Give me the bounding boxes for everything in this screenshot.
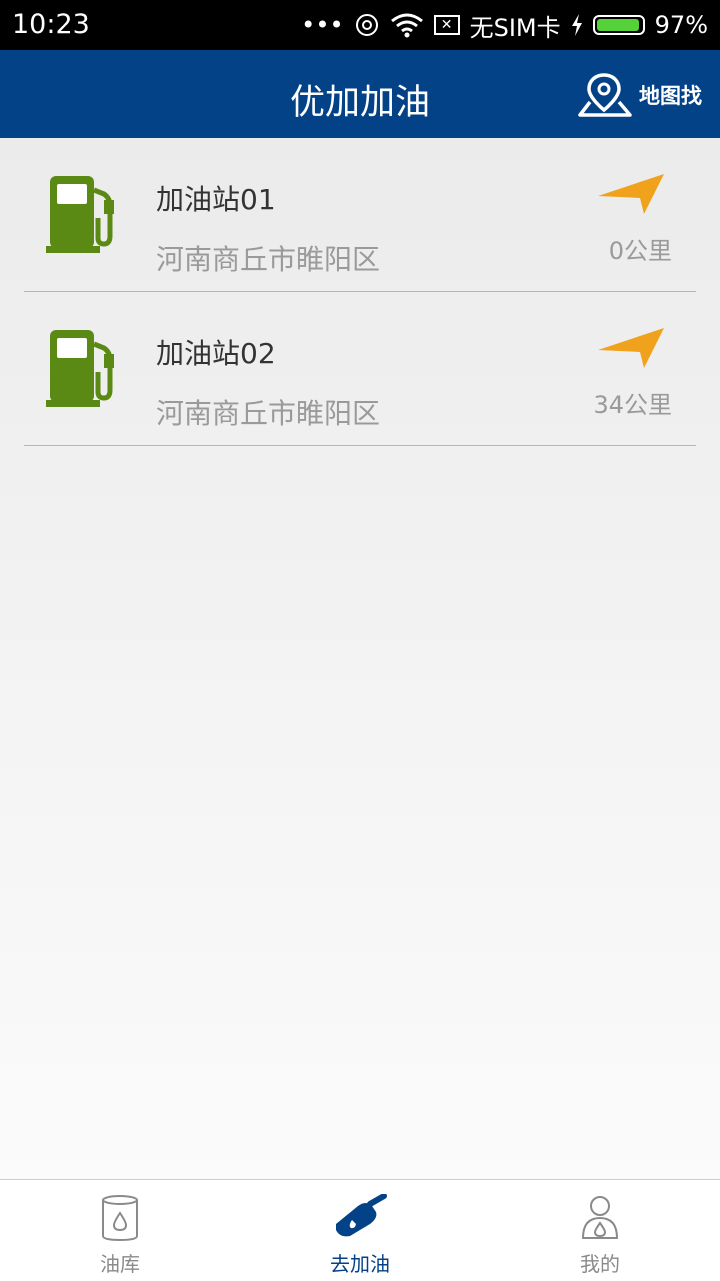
station-list: 加油站01 河南商丘市睢阳区 0公里 加油站02 河南商丘市睢阳区 34公里 xyxy=(24,138,696,446)
app-header: 优加加油 地图找 xyxy=(0,50,720,138)
sync-icon xyxy=(355,14,378,36)
no-sim-icon: ✕ xyxy=(433,15,460,35)
sim-status: 无SIM卡 xyxy=(469,13,561,42)
station-name: 加油站01 xyxy=(156,183,276,216)
station-address: 河南商丘市睢阳区 xyxy=(156,397,381,430)
fuel-pump-icon xyxy=(46,330,114,407)
station-name: 加油站02 xyxy=(156,337,276,370)
charging-icon xyxy=(571,14,582,36)
tab-label: 去加油 xyxy=(330,1252,390,1276)
tab-oil-depot[interactable]: 油库 xyxy=(0,1180,240,1281)
status-bar: 10:23 ••• ✕ 无SIM卡 97% xyxy=(0,0,720,50)
fuel-pump-icon xyxy=(46,176,114,253)
navigation-arrow-icon[interactable] xyxy=(596,326,666,370)
more-dots-icon: ••• xyxy=(301,11,344,39)
map-search-button[interactable]: 地图找 xyxy=(577,72,702,118)
station-address: 河南商丘市睢阳区 xyxy=(156,243,381,276)
map-search-label: 地图找 xyxy=(639,84,702,108)
status-icons: ••• ✕ 无SIM卡 97% xyxy=(301,8,708,42)
station-distance: 34公里 xyxy=(593,391,672,419)
tab-label: 我的 xyxy=(580,1252,620,1276)
station-list-item[interactable]: 加油站02 河南商丘市睢阳区 34公里 xyxy=(24,292,696,446)
oil-tank-icon xyxy=(102,1195,138,1242)
tab-label: 油库 xyxy=(100,1252,140,1276)
user-profile-icon xyxy=(581,1196,619,1239)
station-list-item[interactable]: 加油站01 河南商丘市睢阳区 0公里 xyxy=(24,138,696,292)
station-distance: 0公里 xyxy=(608,237,672,265)
bottom-navigation: 油库 去加油 我的 xyxy=(0,1179,720,1281)
tab-my-profile[interactable]: 我的 xyxy=(480,1180,720,1281)
status-time: 10:23 xyxy=(12,9,90,40)
wifi-icon xyxy=(390,13,423,38)
fuel-nozzle-icon xyxy=(336,1194,387,1237)
battery-percent: 97% xyxy=(654,11,708,39)
battery-icon xyxy=(592,15,645,35)
map-pin-icon xyxy=(578,73,632,117)
tab-go-refuel[interactable]: 去加油 xyxy=(240,1180,480,1281)
navigation-arrow-icon[interactable] xyxy=(596,172,666,216)
